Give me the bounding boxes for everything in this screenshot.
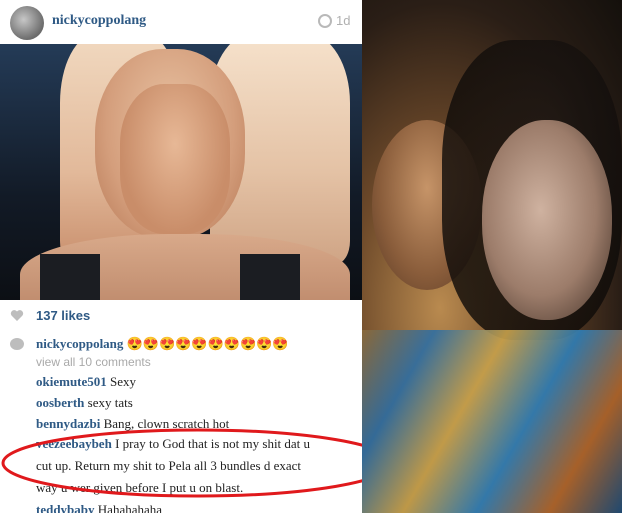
comment-row: teddybaby Hahahahaha: [36, 502, 162, 513]
comment-bubble-icon: [10, 338, 24, 350]
heart-icon[interactable]: [10, 309, 24, 322]
second-photo: [362, 0, 622, 513]
post-age: 1d: [336, 13, 351, 28]
photo-tank-left: [40, 254, 100, 300]
comment-username[interactable]: okiemute501: [36, 374, 107, 389]
comment-text: Hahahahaha: [97, 502, 163, 513]
caption-emojis: 😍😍😍😍😍😍😍😍😍😍: [126, 336, 289, 351]
comment-username[interactable]: oosberth: [36, 395, 84, 410]
likes-row: 137 likes: [0, 300, 362, 330]
clock-icon: [318, 14, 332, 28]
annotation-oval: [1, 428, 395, 498]
post-username[interactable]: nickycoppolang: [52, 13, 146, 29]
comment-row: oosberth sexy tats: [36, 395, 133, 411]
comment-row: okiemute501 Sexy: [36, 374, 136, 390]
post-header: nickycoppolang 1d: [0, 0, 362, 44]
photo-tank-right: [240, 254, 300, 300]
post-photo[interactable]: [0, 44, 362, 300]
view-all-comments-link[interactable]: view all 10 comments: [36, 355, 151, 369]
comment-username[interactable]: teddybaby: [36, 502, 95, 513]
photo-face-right: [482, 120, 612, 320]
photo-blouse: [362, 330, 622, 513]
caption-username[interactable]: nickycoppolang: [36, 336, 123, 351]
comment-text: Sexy: [110, 374, 137, 389]
photo-hand: [120, 84, 230, 234]
likes-count[interactable]: 137 likes: [36, 308, 90, 323]
avatar[interactable]: [10, 6, 44, 40]
comment-text: sexy tats: [87, 395, 133, 410]
caption-line: nickycoppolang 😍😍😍😍😍😍😍😍😍😍: [36, 336, 289, 352]
